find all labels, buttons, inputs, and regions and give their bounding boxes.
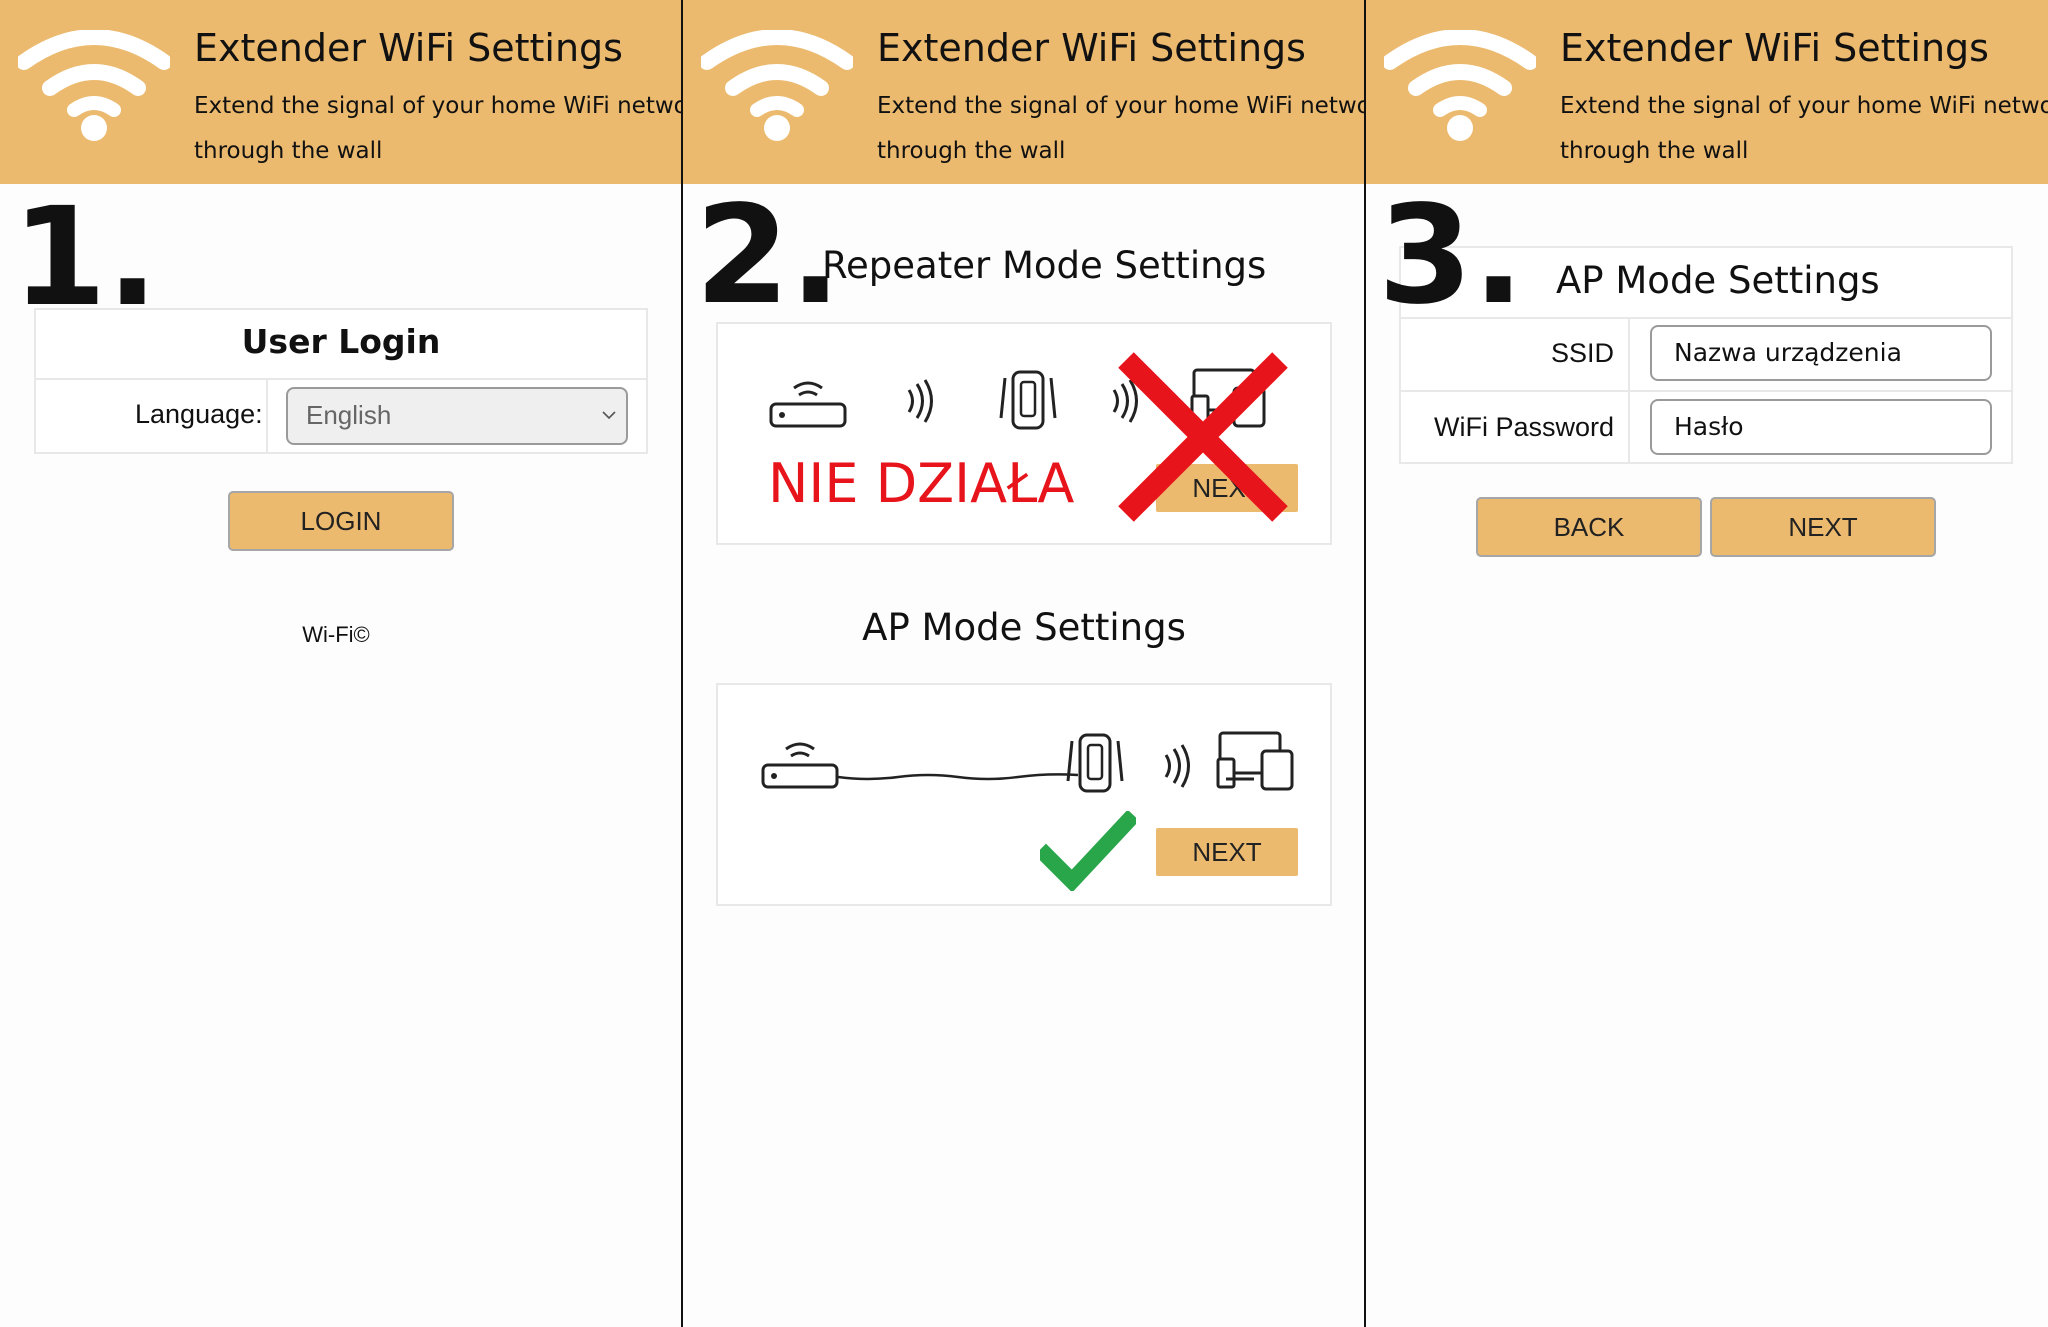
devices-icon	[1216, 731, 1294, 791]
repeater-mode-title: Repeater Mode Settings	[822, 244, 1267, 287]
wifi-password-label: WiFi Password	[1433, 412, 1614, 442]
app-header: Extender WiFi Settings Extend the signal…	[683, 0, 1365, 184]
subtitle-line-2: through the wall	[877, 138, 1066, 164]
checkmark-icon	[1040, 811, 1136, 891]
app-header: Extender WiFi Settings Extend the signal…	[1366, 0, 2048, 184]
wifi-password-input[interactable]: Hasło	[1650, 399, 1992, 455]
ssid-input[interactable]: Nazwa urządzenia	[1650, 325, 1992, 381]
signal-waves-icon	[907, 379, 933, 423]
card-column-divider	[266, 378, 268, 454]
footer-text: Wi-Fi©	[302, 622, 370, 647]
panel-ap-settings: Extender WiFi Settings Extend the signal…	[1366, 0, 2048, 1327]
language-select[interactable]: English	[286, 387, 628, 445]
panel-login: Extender WiFi Settings Extend the signal…	[0, 0, 682, 1327]
step-number: 3.	[1378, 177, 1525, 335]
extender-icon	[999, 370, 1057, 430]
router-icon	[761, 742, 839, 789]
ap-mode-card: NEXT	[716, 683, 1332, 906]
ap-mode-title: AP Mode Settings	[862, 606, 1186, 649]
card-divider	[1399, 390, 2013, 392]
subtitle-line-2: through the wall	[194, 138, 383, 164]
app-subtitle: Extend the signal of your home WiFi netw…	[194, 84, 682, 174]
app-title: Extender WiFi Settings	[1560, 26, 1989, 70]
language-select-value: English	[306, 400, 392, 430]
ethernet-cable-icon	[838, 773, 1078, 781]
tutorial-composite: Extender WiFi Settings Extend the signal…	[0, 0, 2048, 1327]
ap-next-button[interactable]: NEXT	[1156, 828, 1298, 876]
signal-waves-icon	[1164, 744, 1190, 788]
wifi-logo-icon	[701, 30, 853, 141]
app-header: Extender WiFi Settings Extend the signal…	[0, 0, 682, 184]
card-column-divider	[1628, 317, 1630, 464]
card-title: User Login	[241, 322, 441, 361]
back-button[interactable]: BACK	[1476, 497, 1702, 557]
wifi-logo-icon	[1384, 30, 1536, 141]
red-x-icon	[1118, 352, 1288, 522]
repeater-mode-card: NEXT NIE DZIAŁA	[716, 322, 1332, 545]
login-button[interactable]: LOGIN	[228, 491, 454, 551]
next-button[interactable]: NEXT	[1710, 497, 1936, 557]
not-working-label: NIE DZIAŁA	[768, 452, 1075, 515]
app-title: Extender WiFi Settings	[194, 26, 623, 70]
subtitle-line-1: Extend the signal of your home WiFi netw…	[877, 93, 1365, 119]
app-title: Extender WiFi Settings	[877, 26, 1306, 70]
subtitle-line-1: Extend the signal of your home WiFi netw…	[194, 93, 682, 119]
app-subtitle: Extend the signal of your home WiFi netw…	[877, 84, 1365, 174]
router-icon	[769, 381, 847, 428]
ssid-label: SSID	[1550, 338, 1614, 368]
subtitle-line-2: through the wall	[1560, 138, 1749, 164]
step-number: 1.	[12, 179, 159, 337]
chevron-down-icon	[602, 411, 616, 420]
app-subtitle: Extend the signal of your home WiFi netw…	[1560, 84, 2048, 174]
subtitle-line-1: Extend the signal of your home WiFi netw…	[1560, 93, 2048, 119]
panel-mode-select: Extender WiFi Settings Extend the signal…	[683, 0, 1365, 1327]
wifi-logo-icon	[18, 30, 170, 141]
extender-icon	[1066, 733, 1124, 793]
language-label: Language:	[135, 399, 263, 429]
card-divider	[34, 378, 648, 380]
step-number: 2.	[695, 177, 842, 335]
ap-mode-title: AP Mode Settings	[1556, 259, 1880, 302]
